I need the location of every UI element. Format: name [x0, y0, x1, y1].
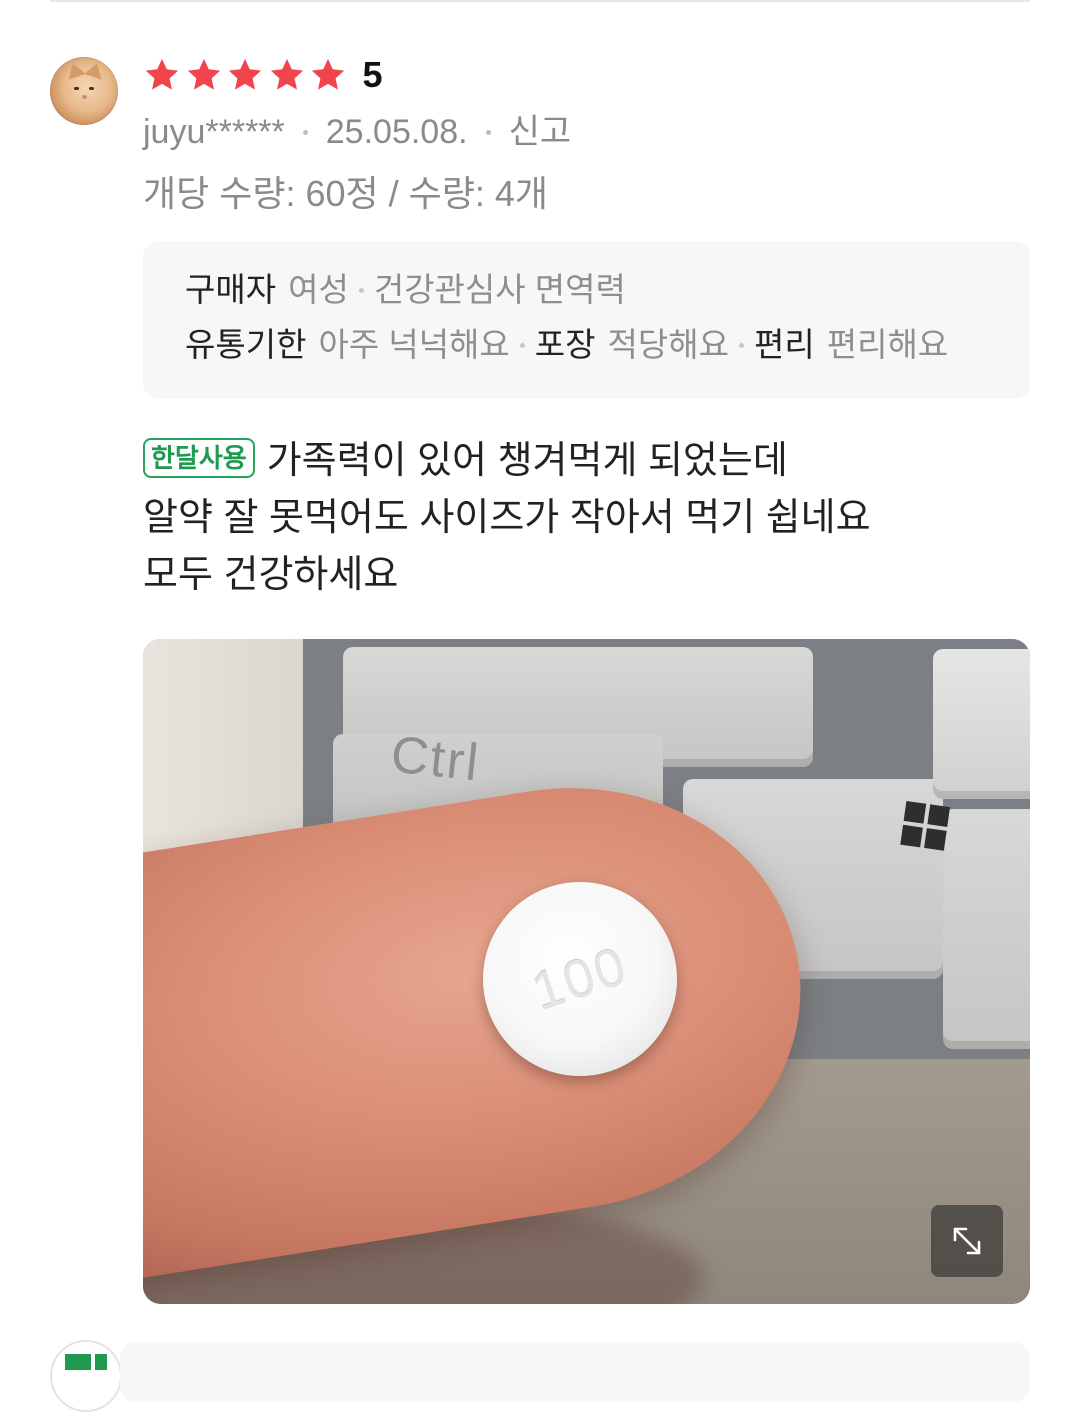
next-avatar-logo	[65, 1354, 91, 1370]
review-survey-box: 구매자 여성 건강관심사 면역력 유통기한 아주 넉넉해요 포장 적당해요 편리…	[143, 241, 1030, 399]
next-avatar-logo	[95, 1354, 107, 1370]
next-review-card	[120, 1342, 1030, 1402]
survey-separator-dot	[519, 342, 525, 348]
review-line-text: 알약 잘 못먹어도 사이즈가 작아서 먹기 쉽네요	[143, 497, 871, 539]
report-button[interactable]: 신고	[509, 110, 572, 154]
review-body: 한달사용 가족력이 있어 챙겨먹게 되었는데 알약 잘 못먹어도 사이즈가 작아서…	[143, 433, 1003, 604]
avatar-cat-nose	[82, 95, 87, 99]
survey-separator-dot	[358, 287, 364, 293]
reviewer-id: juyu******	[143, 113, 285, 151]
survey-buyer-gender: 여성	[288, 271, 349, 308]
photo-ctrl-label: Ctrl	[388, 725, 483, 793]
purchase-option: 개당 수량: 60정 / 수량: 4개	[143, 173, 549, 214]
review-line-text: 가족력이 있어 챙겨먹게 되었는데	[266, 440, 788, 482]
top-divider	[50, 0, 1030, 2]
expand-arrows-icon	[953, 1227, 981, 1255]
star-icon	[145, 58, 179, 90]
survey-buyer-label: 구매자	[185, 271, 277, 308]
avatar-cat-ear-left	[64, 60, 86, 80]
review-line-text: 모두 건강하세요	[143, 554, 399, 596]
avatar-cat-eye-right	[89, 87, 94, 90]
expand-photo-button[interactable]	[931, 1205, 1003, 1277]
survey-separator-dot	[738, 342, 744, 348]
star-rating: 5	[143, 55, 383, 95]
star-icon	[311, 58, 345, 90]
rating-value: 5	[362, 54, 383, 95]
next-reviewer-avatar[interactable]	[50, 1340, 122, 1412]
survey-row-buyer: 구매자 여성 건강관심사 면역력	[185, 268, 626, 312]
survey-expiry-label: 유통기한	[185, 326, 307, 363]
survey-row-attributes: 유통기한 아주 넉넉해요 포장 적당해요 편리 편리해요	[185, 323, 948, 367]
meta-separator-dot	[485, 129, 491, 135]
survey-expiry-value: 아주 넉넉해요	[318, 326, 510, 363]
review-meta: juyu****** 25.05.08. 신고	[143, 110, 571, 154]
meta-separator-dot	[302, 129, 308, 135]
avatar-cat-ear-right	[84, 60, 106, 80]
reviewer-avatar[interactable]	[50, 57, 118, 125]
star-icon	[270, 58, 303, 90]
survey-convenience-label: 편리	[753, 326, 815, 363]
review-line: 한달사용 가족력이 있어 챙겨먹게 되었는데	[143, 433, 1003, 490]
photo-key	[943, 809, 1030, 1049]
survey-packaging-label: 포장	[534, 326, 596, 363]
star-icon	[228, 58, 262, 90]
avatar-cat-eye-left	[74, 87, 79, 90]
photo-key	[933, 649, 1030, 799]
survey-convenience-value: 편리해요	[826, 326, 949, 363]
survey-buyer-interest: 건강관심사 면역력	[373, 271, 626, 308]
windows-logo-icon	[900, 801, 952, 853]
survey-packaging-value: 적당해요	[607, 326, 729, 363]
review-photo[interactable]: Ctrl 100	[143, 639, 1030, 1304]
photo-pill: 100	[483, 882, 677, 1076]
star-icon	[187, 58, 220, 90]
review-date: 25.05.08.	[325, 113, 468, 151]
usage-badge: 한달사용	[143, 438, 255, 478]
